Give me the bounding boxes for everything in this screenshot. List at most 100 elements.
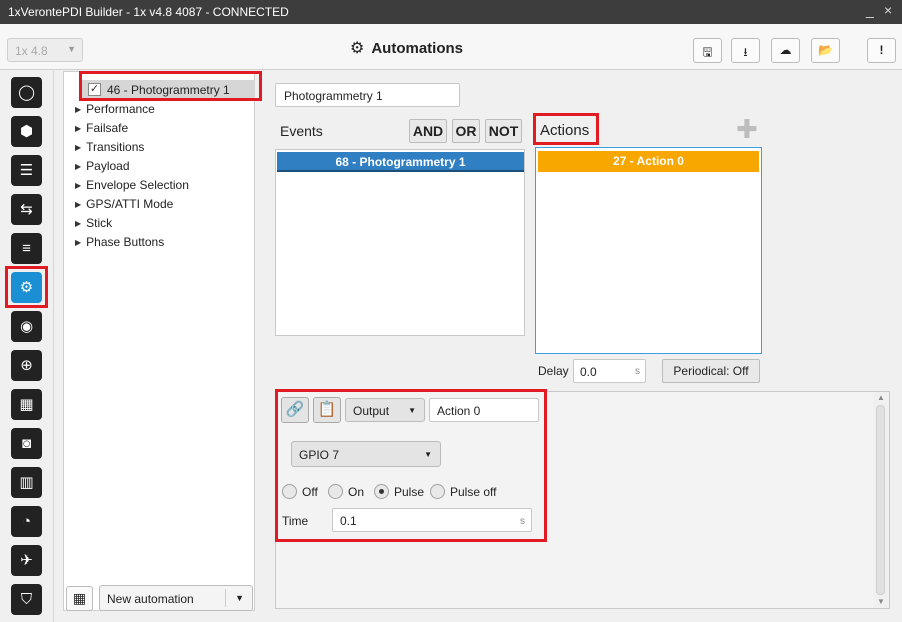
page-title-text: Automations bbox=[371, 40, 464, 57]
new-automation-label: New automation bbox=[107, 592, 194, 606]
link-icon: 🔗 bbox=[285, 401, 305, 418]
new-automation-dropdown[interactable]: New automation ▼ bbox=[99, 585, 253, 611]
radio-label: Pulse off bbox=[450, 485, 497, 499]
divider bbox=[225, 589, 226, 607]
tree-item-selected[interactable]: ✓ 46 - Photogrammetry 1 bbox=[81, 80, 255, 100]
camera-icon[interactable]: ◙ bbox=[11, 428, 42, 459]
time-label: Time bbox=[282, 514, 309, 528]
scroll-up-icon[interactable]: ▲ bbox=[877, 393, 885, 402]
version-select[interactable]: 1x 4.8 ▼ bbox=[7, 38, 83, 62]
broadcast-icon[interactable]: ◉ bbox=[11, 311, 42, 342]
tree-item-transitions[interactable]: ▶ Transitions bbox=[75, 140, 144, 154]
events-list: 68 - Photogrammetry 1 bbox=[275, 149, 525, 336]
cloud-download-button[interactable]: ☁ bbox=[771, 38, 800, 63]
actions-list: 27 - Action 0 bbox=[535, 147, 762, 354]
delay-value: 0.0 bbox=[580, 365, 597, 379]
globe-icon[interactable]: ⬢ bbox=[11, 116, 42, 147]
action-name-input[interactable]: Action 0 bbox=[429, 398, 539, 422]
scroll-down-icon[interactable]: ▼ bbox=[877, 597, 885, 606]
periodical-button[interactable]: Periodical: Off bbox=[662, 359, 760, 383]
caret-right-icon: ▶ bbox=[75, 105, 82, 114]
version-select-value: 1x 4.8 bbox=[15, 44, 48, 58]
tree-item-label: Failsafe bbox=[86, 121, 129, 135]
delay-label: Delay bbox=[538, 364, 569, 378]
radio-label: On bbox=[348, 485, 365, 499]
tree-item-gps-atti-mode[interactable]: ▶ GPS/ATTI Mode bbox=[75, 197, 173, 211]
action-type-value: Output bbox=[353, 404, 390, 418]
shield-icon[interactable]: ⛉ bbox=[11, 584, 42, 615]
events-label: Events bbox=[280, 123, 323, 139]
tree-item-stick[interactable]: ▶ Stick bbox=[75, 216, 112, 230]
cloud-download-icon: ☁ bbox=[779, 43, 792, 57]
action-config-panel bbox=[275, 391, 890, 609]
caret-right-icon: ▶ bbox=[75, 238, 82, 247]
radio-dot[interactable] bbox=[430, 484, 445, 499]
automation-name-input[interactable]: Photogrammetry 1 bbox=[275, 83, 460, 107]
delay-input[interactable]: 0.0 s bbox=[573, 359, 646, 383]
folder-open-icon: 📂 bbox=[818, 43, 833, 57]
power-icon[interactable]: ◯ bbox=[11, 77, 42, 108]
gears-icon[interactable]: ⚙ bbox=[11, 272, 42, 303]
grid-icon: ▦ bbox=[72, 590, 87, 606]
tree-item-failsafe[interactable]: ▶ Failsafe bbox=[75, 121, 128, 135]
page-title: ⚙ Automations bbox=[350, 38, 463, 58]
output-dropdown[interactable]: GPIO 7 ▼ bbox=[291, 441, 441, 467]
open-folder-button[interactable]: 📂 bbox=[811, 38, 840, 63]
caret-right-icon: ▶ bbox=[75, 200, 82, 209]
plane-icon[interactable]: ✈ bbox=[11, 545, 42, 576]
gauge-icon[interactable]: ◔ bbox=[11, 506, 42, 537]
tree-item-label: Envelope Selection bbox=[86, 178, 189, 192]
action-type-dropdown[interactable]: Output ▼ bbox=[345, 398, 425, 422]
info-button[interactable]: ! bbox=[867, 38, 896, 63]
caret-right-icon: ▶ bbox=[75, 162, 82, 171]
link-button[interactable]: 🔗 bbox=[281, 397, 309, 423]
sliders-icon[interactable]: ≡ bbox=[11, 233, 42, 264]
tree-item-label: Phase Buttons bbox=[86, 235, 165, 249]
chevron-down-icon: ▼ bbox=[408, 406, 416, 415]
chart-icon[interactable]: ▥ bbox=[11, 467, 42, 498]
scroll-thumb[interactable] bbox=[876, 405, 885, 595]
clipboard-icon: 📋 bbox=[317, 401, 337, 418]
event-item[interactable]: 68 - Photogrammetry 1 bbox=[277, 152, 524, 172]
caret-right-icon: ▶ bbox=[75, 143, 82, 152]
caret-right-icon: ▶ bbox=[75, 181, 82, 190]
save-button[interactable]: 🖫 bbox=[693, 38, 722, 63]
close-button[interactable]: × bbox=[884, 2, 892, 18]
radio-dot[interactable] bbox=[282, 484, 297, 499]
minimize-button[interactable]: _ bbox=[866, 2, 874, 18]
usb-icon[interactable]: ⇆ bbox=[11, 194, 42, 225]
tree-item-payload[interactable]: ▶ Payload bbox=[75, 159, 130, 173]
caret-right-icon: ▶ bbox=[75, 124, 82, 133]
tree-item-phase-buttons[interactable]: ▶ Phase Buttons bbox=[75, 235, 164, 249]
grid-view-button[interactable]: ▦ bbox=[66, 586, 93, 611]
radio-label: Pulse bbox=[394, 485, 425, 499]
radio-label: Off bbox=[302, 485, 318, 499]
action-item[interactable]: 27 - Action 0 bbox=[538, 151, 759, 172]
config-scrollbar[interactable]: ▲ ▼ bbox=[873, 392, 889, 608]
checkbox[interactable]: ✓ bbox=[88, 83, 101, 96]
gamepad-icon[interactable]: ⊕ bbox=[11, 350, 42, 381]
tree-item-label: Payload bbox=[86, 159, 130, 173]
action-name-value: Action 0 bbox=[437, 404, 481, 418]
rss-icon[interactable]: ☰ bbox=[11, 155, 42, 186]
and-button[interactable]: AND bbox=[409, 119, 447, 143]
not-button[interactable]: NOT bbox=[485, 119, 522, 143]
time-unit: s bbox=[520, 516, 525, 527]
time-input[interactable]: 0.1 s bbox=[332, 508, 532, 532]
tree-item-label: 46 - Photogrammetry 1 bbox=[107, 83, 230, 97]
automation-tree: ✓ 46 - Photogrammetry 1 ▶ Performance ▶ Fa… bbox=[63, 71, 255, 611]
download-button[interactable]: ⭳ bbox=[731, 38, 760, 63]
radio-dot[interactable] bbox=[328, 484, 343, 499]
tree-item-performance[interactable]: ▶ Performance bbox=[75, 102, 155, 116]
radio-dot[interactable] bbox=[374, 484, 389, 499]
paste-button[interactable]: 📋 bbox=[313, 397, 341, 423]
gears-icon: ⚙ bbox=[350, 40, 365, 57]
chevron-down-icon[interactable]: ▼ bbox=[235, 593, 244, 603]
or-button[interactable]: OR bbox=[452, 119, 480, 143]
tree-item-envelope-selection[interactable]: ▶ Envelope Selection bbox=[75, 178, 189, 192]
info-icon: ! bbox=[879, 43, 884, 57]
save-icon: 🖫 bbox=[702, 45, 713, 59]
grid-icon[interactable]: ▦ bbox=[11, 389, 42, 420]
add-action-button[interactable]: ✚ bbox=[736, 114, 758, 145]
time-value: 0.1 bbox=[340, 514, 357, 528]
